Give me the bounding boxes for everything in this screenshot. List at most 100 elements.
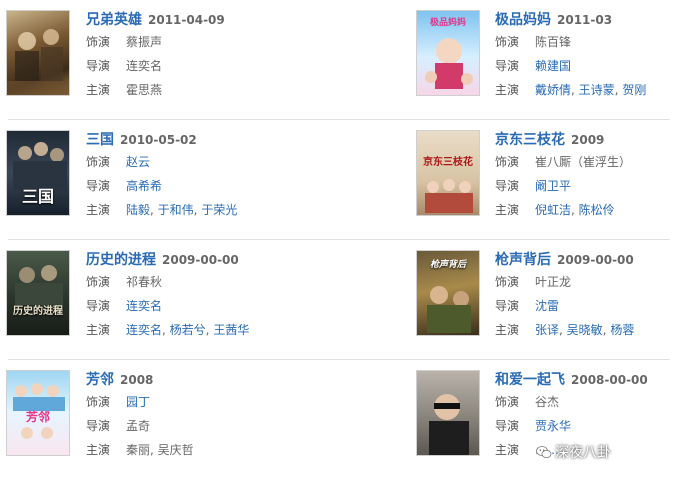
filmography-row: 历史的进程 历史的进程 2009-00-00 饰演 祁春秋 导演 连奕名 主演 连奕名,… [0, 240, 678, 360]
film-title-link[interactable]: 和爱一起飞 [495, 372, 565, 388]
cast-link[interactable]: 陈松伶 [579, 203, 615, 217]
film-poster[interactable]: 极品妈妈 [416, 10, 480, 96]
cast-link[interactable]: 陆毅 [126, 203, 150, 217]
director-link[interactable]: 沈雷 [535, 299, 559, 313]
cast-label: 主演 [495, 443, 520, 457]
film-card: 极品妈妈 极品妈妈 2011-03 饰演 陈百锋 导演 赖建国 主演 戴娇倩, 王诗蒙,… [411, 0, 678, 120]
role-value: 崔八厮（崔浮生） [535, 155, 632, 169]
film-info: 芳邻 2008 饰演 园丁 导演 孟奇 主演 秦丽, 吴庆哲 [86, 368, 326, 462]
cast-link[interactable]: 连奕名 [126, 323, 162, 337]
cast-link[interactable]: 吴庆哲 [158, 443, 194, 457]
film-date: 2011-04-09 [148, 13, 225, 27]
director-label: 导演 [86, 299, 111, 313]
director-label: 导演 [495, 59, 520, 73]
cast-label: 主演 [495, 323, 520, 337]
director-label: 导演 [495, 419, 520, 433]
poster-title-text: 三国 [21, 187, 54, 206]
film-poster[interactable] [416, 370, 480, 456]
role-value: 祁春秋 [126, 275, 163, 289]
cast-link[interactable]: 秦丽 [126, 443, 150, 457]
director-link[interactable]: 赖建国 [535, 59, 571, 73]
role-value: 陈百锋 [535, 35, 572, 49]
film-title-link[interactable]: 枪声背后 [495, 252, 551, 268]
cast-link[interactable]: 贺刚 [622, 83, 646, 97]
cast-link[interactable]: 戴娇倩 [535, 83, 571, 97]
cast-label: 主演 [495, 203, 520, 217]
role-link[interactable]: 赵云 [126, 155, 150, 169]
film-poster[interactable]: 三国 [6, 130, 70, 216]
poster-art-icon [15, 265, 63, 305]
film-card: 枪声背后 枪声背后 2009-00-00 饰演 叶正龙 导演 沈雷 主演 张译, 吴晓敏… [411, 240, 678, 360]
role-label: 饰演 [495, 155, 520, 169]
director-link[interactable]: 贾永华 [535, 419, 571, 433]
film-title-link[interactable]: 极品妈妈 [495, 12, 551, 28]
film-date: 2008 [120, 373, 154, 387]
poster-art-icon [427, 286, 471, 333]
poster-art-icon [425, 38, 473, 89]
role-link[interactable]: 园丁 [126, 395, 150, 409]
film-title-link[interactable]: 三国 [86, 132, 114, 148]
director-label: 导演 [86, 59, 111, 73]
cast-link[interactable]: 于荣光 [201, 203, 237, 217]
role-label: 饰演 [86, 395, 111, 409]
director-value: 孟奇 [126, 419, 151, 433]
director-link[interactable]: 阚卫平 [535, 179, 571, 193]
film-poster[interactable]: 芳邻 [6, 370, 70, 456]
role-value: 蔡振声 [126, 35, 163, 49]
film-title-link[interactable]: 芳邻 [86, 372, 114, 388]
film-date: 2009-00-00 [162, 253, 239, 267]
poster-title-text: 历史的进程 [13, 306, 63, 317]
director-link[interactable]: 高希希 [126, 179, 162, 193]
film-info: 兄弟英雄 2011-04-09 饰演 蔡振声 导演 连奕名 主演 霍思燕 [86, 8, 326, 102]
film-date: 2011-03 [557, 13, 613, 27]
watermark-text: 深夜八卦 [555, 445, 611, 461]
film-card: 三国 三国 2010-05-02 饰演 赵云 导演 高希希 主演 陆毅, 于和伟, 于荣… [0, 120, 330, 240]
cast-link[interactable]: 王诗蒙 [579, 83, 615, 97]
film-card: 历史的进程 历史的进程 2009-00-00 饰演 祁春秋 导演 连奕名 主演 连奕名,… [0, 240, 330, 360]
film-title-link[interactable]: 京东三枝花 [495, 132, 565, 148]
cast-link[interactable]: 杨蓉 [610, 323, 634, 337]
film-title-link[interactable]: 历史的进程 [86, 252, 156, 268]
role-label: 饰演 [86, 35, 111, 49]
director-label: 导演 [86, 419, 111, 433]
cast-link[interactable]: 王茜华 [213, 323, 249, 337]
role-label: 饰演 [86, 275, 111, 289]
film-info: 京东三枝花 2009 饰演 崔八厮（崔浮生） 导演 阚卫平 主演 倪虹洁, 陈松伶 [495, 128, 678, 222]
filmography-row: 兄弟英雄 2011-04-09 饰演 蔡振声 导演 连奕名 主演 霍思燕 极品妈妈 极 [0, 0, 678, 120]
filmography-row: 三国 三国 2010-05-02 饰演 赵云 导演 高希希 主演 陆毅, 于和伟, 于荣… [0, 120, 678, 240]
poster-art-icon [7, 29, 69, 95]
film-poster[interactable] [6, 10, 70, 96]
role-label: 饰演 [86, 155, 111, 169]
film-card: 京东三枝花 京东三枝花 2009 饰演 崔八厮（崔浮生） 导演 阚卫平 主演 倪虹洁, … [411, 120, 678, 240]
film-date: 2009-00-00 [557, 253, 634, 267]
cast-link[interactable]: 于和伟 [158, 203, 194, 217]
director-label: 导演 [86, 179, 111, 193]
film-poster[interactable]: 京东三枝花 [416, 130, 480, 216]
director-label: 导演 [495, 179, 520, 193]
film-card: 兄弟英雄 2011-04-09 饰演 蔡振声 导演 连奕名 主演 霍思燕 [0, 0, 330, 120]
film-poster[interactable]: 枪声背后 [416, 250, 480, 336]
poster-art-icon [425, 179, 473, 213]
cast-link[interactable]: 吴晓敏 [567, 323, 603, 337]
film-info: 三国 2010-05-02 饰演 赵云 导演 高希希 主演 陆毅, 于和伟, 于荣光 [86, 128, 326, 222]
cast-link[interactable]: 张译 [535, 323, 559, 337]
film-date: 2010-05-02 [120, 133, 197, 147]
cast-link[interactable]: 杨若兮 [170, 323, 206, 337]
film-info: 枪声背后 2009-00-00 饰演 叶正龙 导演 沈雷 主演 张译, 吴晓敏, 杨蓉 [495, 248, 678, 342]
cast-label: 主演 [86, 323, 111, 337]
cast-link[interactable]: 倪虹洁 [535, 203, 571, 217]
cast-link[interactable]: 霍思燕 [126, 83, 162, 97]
film-poster[interactable]: 历史的进程 [6, 250, 70, 336]
director-value: 连奕名 [126, 59, 163, 73]
director-link[interactable]: 连奕名 [126, 299, 162, 313]
poster-art-icon [429, 394, 469, 455]
film-date: 2009 [571, 133, 605, 147]
cast-label: 主演 [86, 83, 111, 97]
director-label: 导演 [495, 299, 520, 313]
watermark: 深夜八卦 [536, 440, 611, 466]
role-value: 谷杰 [535, 395, 560, 409]
film-title-link[interactable]: 兄弟英雄 [86, 12, 142, 28]
role-label: 饰演 [495, 275, 520, 289]
role-value: 叶正龙 [535, 275, 572, 289]
film-card: 芳邻 芳邻 2008 饰演 园丁 导演 孟奇 主演 秦丽, 吴庆哲 [0, 360, 330, 480]
